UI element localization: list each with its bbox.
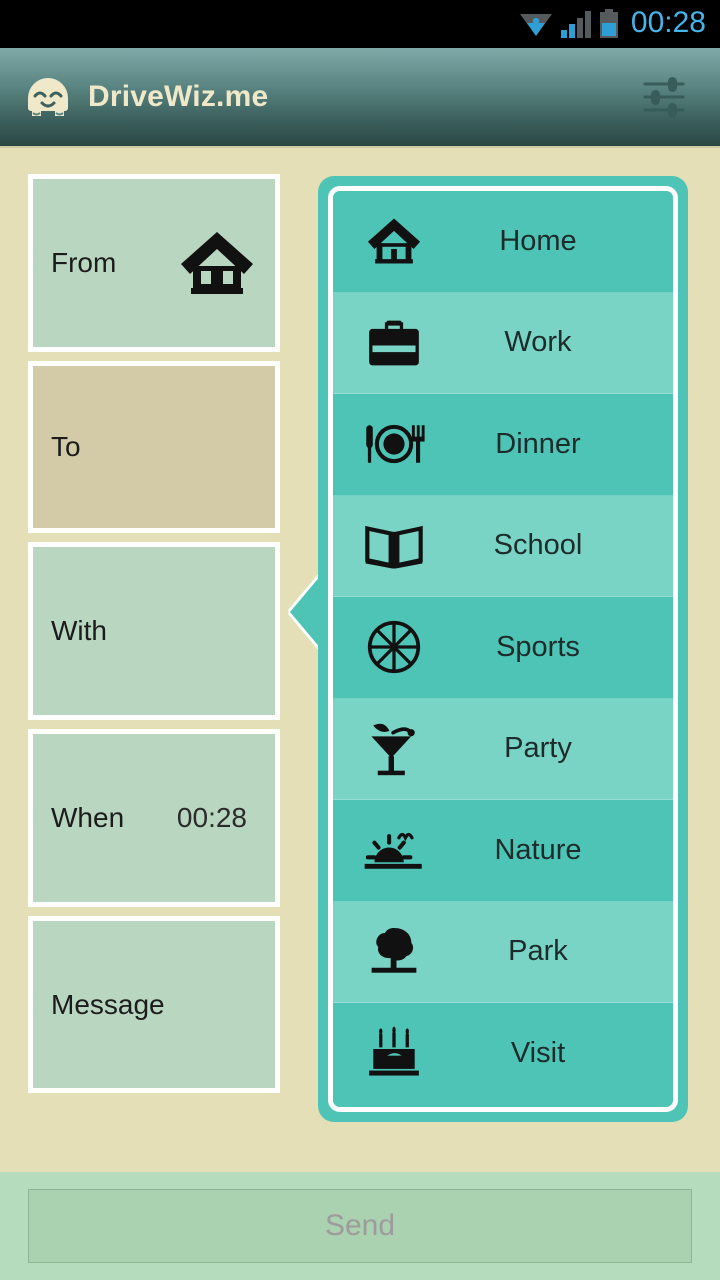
birthday-cake-icon (359, 1023, 429, 1085)
list-item-label: School (493, 529, 583, 562)
list-item-school[interactable]: School (333, 495, 673, 597)
main-content: From To With When 00:28 Message Home Wor… (0, 150, 720, 1172)
list-item-label: Visit (510, 1037, 566, 1070)
field-when-label: When (51, 802, 125, 833)
wifi-icon (519, 14, 552, 36)
field-with-label: With (51, 615, 107, 646)
field-when[interactable]: When 00:28 (28, 729, 280, 907)
field-to-label: To (51, 431, 81, 462)
field-from[interactable]: From (28, 174, 280, 352)
list-item-label: Nature (494, 833, 582, 866)
status-clock: 00:28 (630, 6, 706, 39)
field-message[interactable]: Message (28, 916, 280, 1093)
signal-icon (560, 11, 591, 38)
list-item-label: Park (508, 935, 568, 968)
home-icon (359, 210, 429, 272)
app-title: DriveWiz.me (88, 80, 269, 113)
trip-form: From To With When 00:28 Message (28, 174, 280, 1102)
list-item-park[interactable]: Park (333, 901, 673, 1003)
app-bar: DriveWiz.me (0, 48, 720, 148)
basketball-icon (359, 616, 429, 678)
list-item-dinner[interactable]: Dinner (333, 394, 673, 496)
list-item-home[interactable]: Home (333, 191, 673, 293)
category-list: Home Work Dinner School Sports Party Nat… (333, 191, 673, 1107)
category-panel: Home Work Dinner School Sports Party Nat… (318, 176, 688, 1122)
home-icon (177, 226, 257, 300)
list-item-label: Dinner (495, 427, 581, 460)
bottom-bar: Send (0, 1172, 720, 1280)
cocktail-icon (359, 718, 429, 780)
list-item-nature[interactable]: Nature (333, 800, 673, 902)
list-item-label: Party (504, 732, 572, 765)
list-item-label: Work (504, 326, 572, 359)
sunrise-icon (359, 819, 429, 881)
field-from-label: From (51, 247, 117, 278)
list-item-label: Sports (496, 630, 580, 663)
field-message-label: Message (51, 988, 165, 1020)
sliders-settings-icon (643, 77, 685, 118)
open-book-icon (359, 515, 429, 577)
drivewiz-car-face-logo (28, 78, 68, 116)
list-item-party[interactable]: Party (333, 698, 673, 800)
battery-icon (599, 9, 618, 38)
restaurant-icon (359, 413, 429, 475)
send-button[interactable]: Send (28, 1189, 692, 1263)
category-panel-inner: Home Work Dinner School Sports Party Nat… (328, 186, 678, 1112)
settings-button[interactable] (632, 65, 696, 129)
field-when-value: 00:28 (176, 802, 247, 833)
status-bar: 00:28 (0, 0, 720, 48)
list-item-label: Home (499, 224, 577, 257)
tree-icon (359, 921, 429, 983)
list-item-sports[interactable]: Sports (333, 597, 673, 699)
briefcase-icon (359, 312, 429, 374)
field-to[interactable]: To (28, 361, 280, 533)
list-item-visit[interactable]: Visit (333, 1003, 673, 1105)
list-item-work[interactable]: Work (333, 292, 673, 394)
app-logo-and-title[interactable]: DriveWiz.me (24, 76, 268, 118)
field-with[interactable]: With (28, 542, 280, 720)
